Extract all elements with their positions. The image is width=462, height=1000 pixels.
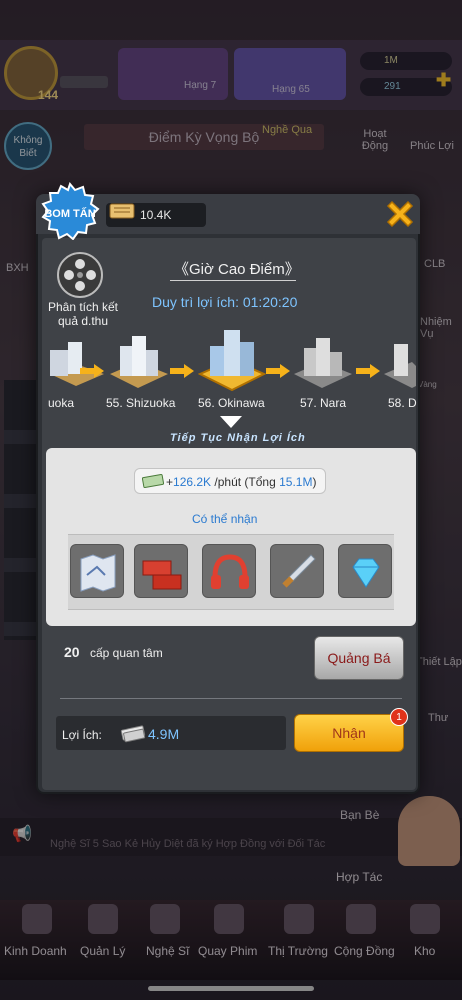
map-icon	[80, 554, 116, 592]
event-title: 《Giờ Cao Điểm》	[174, 261, 300, 278]
city-label: 58. D	[388, 396, 417, 410]
benefit-label: Lợi Ích:	[62, 728, 102, 742]
city-building-icon	[50, 342, 104, 386]
dagger-icon	[282, 554, 316, 588]
can-receive-label: Có thể nhận	[192, 512, 258, 526]
pointer-down-icon	[220, 416, 242, 428]
divider	[60, 698, 402, 699]
headphones-item-slot[interactable]	[202, 544, 256, 598]
care-level-value: 20	[64, 644, 80, 660]
arrow-right-icon	[266, 364, 290, 378]
city-label: 57. Nara	[300, 396, 347, 410]
income-total-value: 15.1M	[279, 475, 313, 489]
receive-button[interactable]: Nhận	[294, 714, 404, 752]
arrow-right-icon	[80, 364, 104, 378]
income-rate-text: +126.2K /phút (Tổng 15.1M)	[166, 475, 317, 489]
current-city-label: 56. Okinawa	[198, 396, 265, 410]
city-building-icon	[110, 336, 168, 388]
care-level-label: cấp quan tâm	[90, 646, 163, 660]
receive-notification-badge: 1	[390, 708, 408, 726]
money-stack-icon	[120, 725, 146, 743]
brick-icon	[142, 560, 182, 590]
promote-button[interactable]: Quảng Bá	[314, 636, 404, 680]
revenue-analysis-label[interactable]: Phân tích kết quả d.thu	[40, 300, 126, 328]
continue-label: Tiếp Tục Nhận Lợi Ích	[170, 432, 306, 444]
title-underline	[170, 280, 296, 281]
benefit-value: 4.9M	[148, 726, 180, 742]
locked-city-icon	[294, 338, 352, 388]
headphones-icon	[211, 554, 249, 589]
ticket-icon	[109, 203, 135, 219]
locked-city-icon	[384, 344, 416, 388]
current-city-icon[interactable]	[198, 324, 266, 394]
currency-value: 10.4K	[140, 208, 172, 222]
duration-timer: Duy trì lợi ích: 01:20:20	[152, 294, 298, 310]
dagger-item-slot[interactable]	[270, 544, 324, 598]
diamond-icon	[352, 558, 380, 588]
close-icon[interactable]	[380, 194, 420, 234]
brick-item-slot[interactable]	[134, 544, 188, 598]
diamond-item-slot[interactable]	[338, 544, 392, 598]
badge-text: BOM TẤN	[44, 207, 95, 220]
income-rate-value: 126.2K	[173, 475, 212, 489]
arrow-right-icon	[170, 364, 194, 378]
map-item-slot[interactable]	[70, 544, 124, 598]
city-label: 55. Shizuoka	[106, 396, 176, 410]
city-label: uoka	[48, 396, 75, 410]
blockbuster-badge-icon: BOM TẤN	[41, 182, 100, 240]
film-reel-icon[interactable]	[52, 250, 108, 300]
arrow-right-icon	[356, 364, 380, 378]
money-icon	[142, 473, 164, 489]
